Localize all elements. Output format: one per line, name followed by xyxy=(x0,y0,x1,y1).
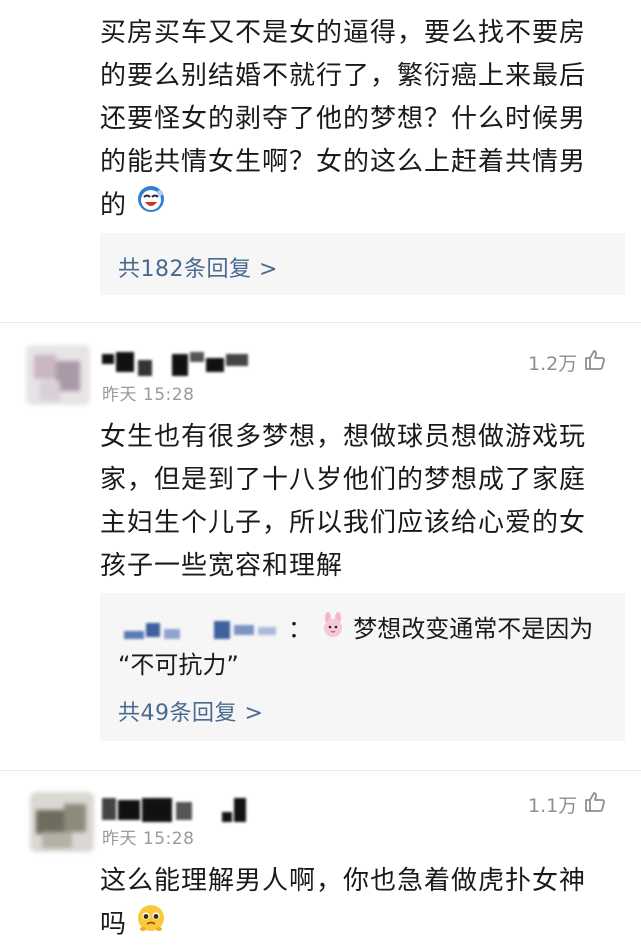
comment-1-line-3: 还要怪女的剥夺了他的梦想？什么时候男 xyxy=(100,104,587,134)
username-redacted[interactable] xyxy=(102,352,252,378)
comment-3-line-2-text: 吗 xyxy=(100,909,128,940)
comment-1-line-5: 的 xyxy=(100,184,620,228)
comment-2-line-3: 主妇生个儿子，所以我们应该给心爱的女 xyxy=(100,508,587,538)
divider xyxy=(0,770,641,771)
comment-3-body: 这么能理解男人啊，你也急着做虎扑女神 吗 xyxy=(100,860,620,947)
comment-1-reply-box[interactable]: 共182条回复 > xyxy=(100,233,625,295)
comment-3-line-2: 吗 xyxy=(100,903,620,947)
comment-2-timestamp: 昨天 15:28 xyxy=(102,385,195,405)
thumbs-up-outline-icon xyxy=(583,348,607,377)
comment-2-reply-count[interactable]: 共49条回复 > xyxy=(118,695,625,727)
thumbs-up-outline-icon xyxy=(583,790,607,819)
comment-2-reply-preview: ： 梦想改变通常不是因为 xyxy=(118,611,625,647)
comment-3-timestamp: 昨天 15:28 xyxy=(102,829,195,849)
avatar[interactable] xyxy=(26,345,90,405)
reply-author-redacted[interactable] xyxy=(124,617,284,641)
comment-1-line-1: 买房买车又不是女的逼得，要么找不要房 xyxy=(100,18,587,48)
comment-3-like-count: 1.1万 xyxy=(528,795,578,817)
comment-2-line-1: 女生也有很多梦想，想做球员想做游戏玩 xyxy=(100,422,587,452)
comment-1-line-5-text: 的 xyxy=(100,190,128,221)
username-redacted[interactable] xyxy=(102,798,252,824)
comment-2-line-2: 家，但是到了十八岁他们的梦想成了家庭 xyxy=(100,465,587,495)
comment-1-line-4: 的能共情女生啊？女的这么上赶着共情男 xyxy=(100,147,587,177)
pink-bunny-emoji-icon xyxy=(320,612,346,648)
avatar[interactable] xyxy=(30,792,94,852)
comment-1-body: 买房买车又不是女的逼得，要么找不要房 的要么别结婚不就行了，繁衍癌上来最后 还要… xyxy=(100,12,620,228)
comment-1-line-2: 的要么别结婚不就行了，繁衍癌上来最后 xyxy=(100,61,587,91)
reply-separator: ： xyxy=(288,615,312,643)
comment-2-like-count: 1.2万 xyxy=(528,353,578,375)
comment-2-reply-box[interactable]: ： 梦想改变通常不是因为 “不可抗力” 共49条回复 > xyxy=(100,593,625,741)
comment-2-line-4: 孩子一些宽容和理解 xyxy=(100,551,344,581)
comment-3-like-button[interactable]: 1.1万 xyxy=(528,790,607,819)
reply-preview-text-2: “不可抗力” xyxy=(118,651,239,679)
laughing-crying-emoji-icon xyxy=(136,184,166,228)
divider xyxy=(0,322,641,323)
comment-2-body: 女生也有很多梦想，想做球员想做游戏玩 家，但是到了十八岁他们的梦想成了家庭 主妇… xyxy=(100,416,620,588)
pleading-face-emoji-icon xyxy=(136,903,166,947)
comment-2-like-button[interactable]: 1.2万 xyxy=(528,348,607,377)
reply-preview-text-1: 梦想改变通常不是因为 xyxy=(353,615,594,643)
comment-1-reply-count[interactable]: 共182条回复 > xyxy=(118,251,625,283)
comment-3-line-1: 这么能理解男人啊，你也急着做虎扑女神 xyxy=(100,866,587,896)
